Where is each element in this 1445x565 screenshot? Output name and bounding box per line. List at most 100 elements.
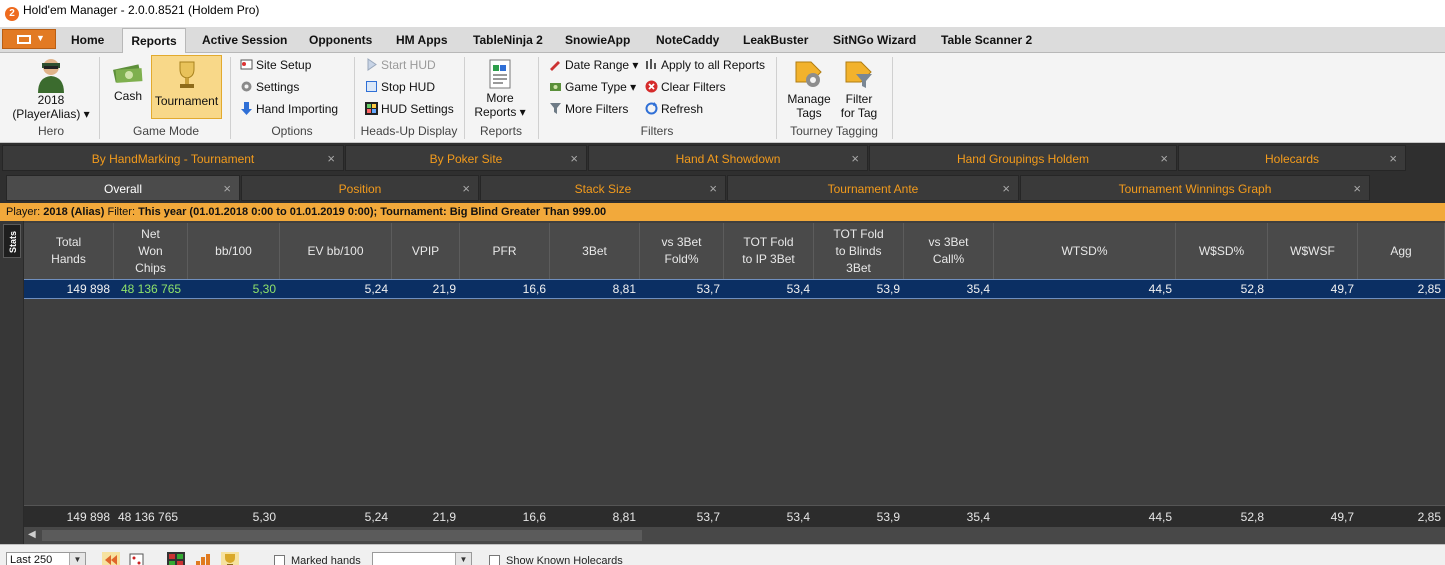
cell-vs-3bet-call: 35,4 [966,282,990,296]
rewind-icon[interactable] [102,552,120,565]
column-header[interactable]: Total Hands [24,223,114,279]
filter-for-tag-button[interactable]: Filter for Tag [836,56,882,122]
stop-hud-button[interactable]: Stop HUD [365,80,435,94]
column-header[interactable]: TOT Fold to Blinds 3Bet [814,223,904,279]
application-menu-button[interactable]: ▼ [2,29,56,49]
report-tab-winnings-graph[interactable]: Tournament Winnings Graph × [1020,175,1370,201]
clear-filters-button[interactable]: Clear Filters [645,80,726,94]
column-header[interactable]: EV bb/100 [280,223,392,279]
group-label-hud: Heads-Up Display [360,124,458,138]
column-header[interactable]: Agg [1358,223,1445,279]
tab-snowieapp[interactable]: SnowieApp [561,28,634,53]
gear-icon [241,81,252,92]
report-tab-hand-groupings[interactable]: Hand Groupings Holdem × [869,145,1177,171]
cell-ev-bb100: 5,24 [364,282,388,296]
column-header[interactable]: W$SD% [1176,223,1268,279]
tab-active-session[interactable]: Active Session [198,28,291,53]
report-tab-handmarking[interactable]: By HandMarking - Tournament × [2,145,344,171]
hud-grid-icon [365,102,378,115]
game-type-button[interactable]: Game Type ▾ [549,80,636,94]
more-reports-button[interactable]: More Reports ▾ [472,56,528,122]
ribbon-separator [230,57,231,139]
player-filter-prefix: Player: [6,206,44,218]
column-header[interactable]: PFR [460,223,550,279]
close-icon[interactable]: × [223,176,231,202]
tab-tableninja[interactable]: TableNinja 2 [469,28,547,53]
cash-mode-button[interactable]: Cash [106,56,150,112]
play-icon [367,58,377,71]
column-header[interactable]: TOT Fold to IP 3Bet [724,223,814,279]
horizontal-scrollbar[interactable]: ◀ [24,527,1445,544]
report-tab-tournament-ante[interactable]: Tournament Ante × [727,175,1019,201]
grid-view-icon[interactable] [167,552,185,565]
report-tab-position[interactable]: Position × [241,175,479,201]
report-tab-hand-at-showdown[interactable]: Hand At Showdown × [588,145,868,171]
close-icon[interactable]: × [462,176,470,202]
scroll-left-icon[interactable]: ◀ [28,529,36,540]
hand-importing-button[interactable]: Hand Importing [240,102,338,116]
column-header[interactable]: 3Bet [550,223,640,279]
marked-hands-select[interactable]: ▼ [372,552,472,565]
cell-tot-fold-blinds-3bet: 53,9 [876,282,900,296]
column-header[interactable]: WTSD% [994,223,1176,279]
hero-player-button[interactable]: 2018 (PlayerAlias) ▾ [8,56,94,122]
date-range-button[interactable]: Date Range ▾ [549,58,638,72]
close-icon[interactable]: × [327,146,335,172]
report-tab-stack-size[interactable]: Stack Size × [480,175,726,201]
column-header[interactable]: vs 3Bet Call% [904,223,994,279]
cell-3bet: 8,81 [612,282,636,296]
column-header[interactable]: W$WSF [1268,223,1358,279]
close-icon[interactable]: × [1002,176,1010,202]
settings-button[interactable]: Settings [240,80,299,94]
chevron-down-icon[interactable]: ▼ [69,553,85,565]
close-icon[interactable]: × [570,146,578,172]
column-header[interactable]: Net Won Chips [114,223,188,279]
stats-panel-label: Stats [8,231,18,254]
show-known-holecards-checkbox[interactable] [489,555,500,565]
close-icon[interactable]: × [851,146,859,172]
tab-reports[interactable]: Reports [122,28,186,54]
start-hud-button[interactable]: Start HUD [365,58,436,72]
column-header[interactable]: bb/100 [188,223,280,279]
close-icon[interactable]: × [1160,146,1168,172]
tab-hm-apps[interactable]: HM Apps [392,28,452,53]
column-header[interactable]: VPIP [392,223,460,279]
manage-tags-button[interactable]: Manage Tags [783,56,835,122]
hud-settings-label: HUD Settings [381,102,454,116]
cell-bb100: 5,30 [252,282,276,296]
chevron-down-icon: ▼ [36,33,45,43]
close-icon[interactable]: × [1353,176,1361,202]
scrollbar-thumb[interactable] [42,530,642,541]
tab-notecaddy[interactable]: NoteCaddy [652,28,723,53]
tab-home[interactable]: Home [67,28,108,53]
dice-icon[interactable] [128,552,146,565]
clear-filters-label: Clear Filters [661,80,726,94]
trophy-small-icon[interactable] [221,552,239,565]
more-filters-button[interactable]: More Filters [549,102,628,116]
bar-chart-icon[interactable] [194,552,212,565]
hud-settings-button[interactable]: HUD Settings [365,102,454,116]
report-tab-poker-site[interactable]: By Poker Site × [345,145,587,171]
close-icon[interactable]: × [1389,146,1397,172]
stats-panel-toggle[interactable]: Stats [3,224,21,258]
close-icon[interactable]: × [709,176,717,202]
report-tab-overall[interactable]: Overall × [6,175,240,201]
report-tab-label: By Poker Site [429,152,503,166]
tab-sitngo-wizard[interactable]: SitNGo Wizard [829,28,920,53]
apply-all-reports-button[interactable]: Apply to all Reports [645,58,765,72]
tab-leakbuster[interactable]: LeakBuster [739,28,812,53]
table-row[interactable]: 149 898 48 136 765 5,30 5,24 21,9 16,6 8… [24,279,1445,299]
site-setup-button[interactable]: Site Setup [240,58,311,72]
report-tab-holecards[interactable]: Holecards × [1178,145,1406,171]
column-header[interactable]: vs 3Bet Fold% [640,223,724,279]
total-3bet: 8,81 [612,510,636,524]
tab-opponents[interactable]: Opponents [305,28,376,53]
tournament-mode-button[interactable]: Tournament [151,55,222,119]
chevron-down-icon[interactable]: ▼ [455,553,471,565]
hand-range-select[interactable]: Last 250 ▼ [6,552,86,565]
tab-table-scanner[interactable]: Table Scanner 2 [937,28,1036,53]
import-arrow-icon [241,102,252,115]
refresh-button[interactable]: Refresh [645,102,703,116]
cell-tot-fold-ip-3bet: 53,4 [786,282,810,296]
marked-hands-checkbox[interactable] [274,555,285,565]
